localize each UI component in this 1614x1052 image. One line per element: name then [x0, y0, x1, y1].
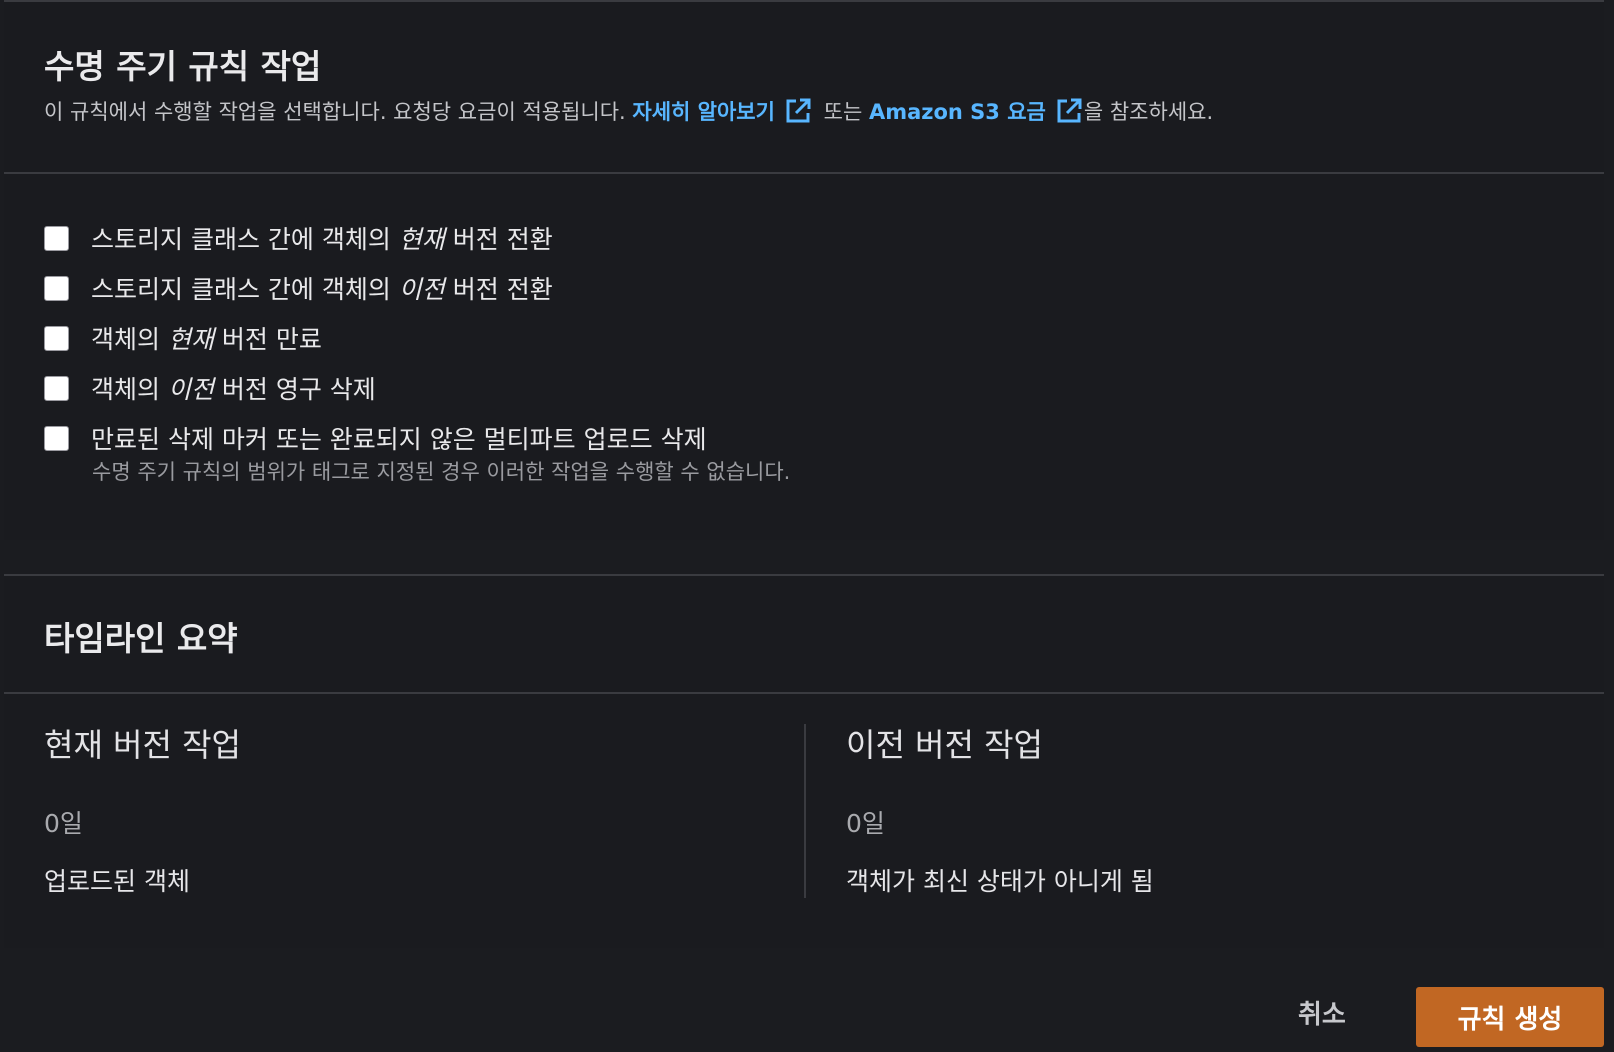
timeline-summary-panel: 타임라인 요약 현재 버전 작업 0일 업로드된 객체 이전 버전 작업 0일 …: [4, 574, 1604, 948]
option-transition-current[interactable]: 스토리지 클래스 간에 객체의 현재 버전 전환: [44, 220, 553, 256]
learn-more-link[interactable]: 자세히 알아보기: [632, 100, 775, 124]
timeline-columns: 현재 버전 작업 0일 업로드된 객체 이전 버전 작업 0일 객체가 최신 상…: [4, 694, 1604, 948]
cancel-button[interactable]: 취소: [1298, 994, 1346, 1031]
pricing-link[interactable]: Amazon S3 요금: [869, 100, 1046, 124]
lifecycle-actions-description: 이 규칙에서 수행할 작업을 선택합니다. 요청당 요금이 적용됩니다. 자세히…: [44, 96, 1213, 129]
external-link-icon[interactable]: [1056, 98, 1082, 129]
description-suffix: 을 참조하세요.: [1083, 100, 1214, 124]
checkbox[interactable]: [44, 225, 69, 251]
description-or: 또는: [816, 100, 869, 124]
option-hint: 수명 주기 규칙의 범위가 태그로 지정된 경우 이러한 작업을 수행할 수 없…: [92, 460, 791, 484]
column-divider: [804, 724, 806, 898]
current-version-days: 0일: [44, 809, 83, 838]
previous-version-actions-title: 이전 버전 작업: [846, 726, 1043, 764]
section-divider: [4, 172, 1604, 174]
checkbox[interactable]: [44, 325, 69, 351]
external-link-icon[interactable]: [785, 98, 811, 129]
current-version-actions-title: 현재 버전 작업: [44, 726, 241, 764]
timeline-summary-title: 타임라인 요약: [44, 619, 238, 658]
checkbox[interactable]: [44, 275, 69, 301]
option-delete-markers-multipart[interactable]: 만료된 삭제 마커 또는 완료되지 않은 멀티파트 업로드 삭제: [44, 420, 707, 456]
lifecycle-actions-panel: 수명 주기 규칙 작업 이 규칙에서 수행할 작업을 선택합니다. 요청당 요금…: [4, 0, 1604, 540]
option-delete-previous[interactable]: 객체의 이전 버전 영구 삭제: [44, 370, 376, 406]
current-version-event: 업로드된 객체: [44, 867, 190, 896]
checkbox[interactable]: [44, 375, 69, 401]
lifecycle-actions-title: 수명 주기 규칙 작업: [44, 47, 322, 86]
description-prefix: 이 규칙에서 수행할 작업을 선택합니다. 요청당 요금이 적용됩니다.: [44, 100, 633, 124]
previous-version-days: 0일: [846, 809, 885, 838]
checkbox[interactable]: [44, 425, 69, 451]
option-expire-current[interactable]: 객체의 현재 버전 만료: [44, 320, 322, 356]
create-rule-button[interactable]: 규칙 생성: [1416, 987, 1604, 1047]
previous-version-event: 객체가 최신 상태가 아니게 됨: [846, 867, 1154, 896]
option-transition-previous[interactable]: 스토리지 클래스 간에 객체의 이전 버전 전환: [44, 270, 553, 306]
